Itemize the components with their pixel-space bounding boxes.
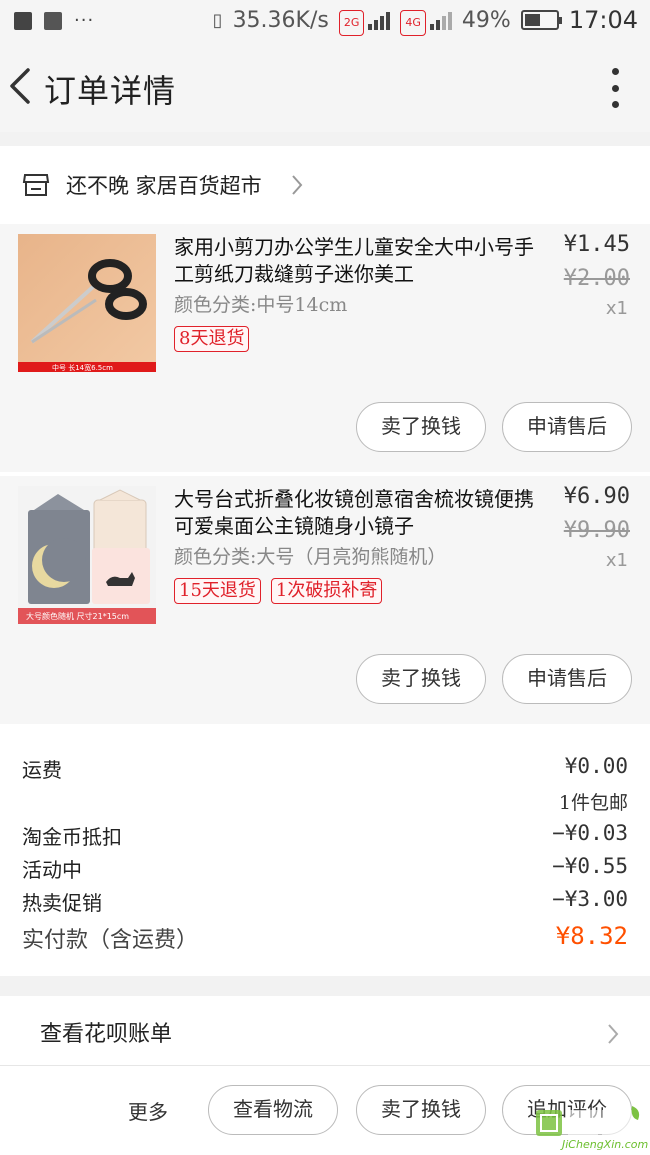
huabei-bill-row[interactable]: 查看花呗账单 [0,996,650,1066]
notification-icons: ··· [14,10,94,31]
chevron-left-icon [10,68,30,104]
sell-for-cash-button[interactable]: 卖了换钱 [356,654,486,704]
shipping-value: ¥0.00 [564,754,628,778]
view-logistics-button[interactable]: 查看物流 [208,1085,338,1135]
chevron-right-icon [608,1024,619,1044]
store-icon [22,174,50,196]
image-caption: 中号 长14宽6.5cm [52,363,113,372]
original-price: ¥2.00 [563,266,630,291]
activity-value: −¥0.55 [552,854,628,878]
dot-icon [611,68,619,75]
promotion-value: −¥3.00 [552,887,628,911]
coin-deduction-value: −¥0.03 [552,821,628,845]
product-quantity: x1 [605,298,628,319]
product-quantity: x1 [605,550,628,571]
scissors-image: 中号 长14宽6.5cm [18,234,156,372]
signal-2g-icon: 2G [338,10,391,36]
product-price: ¥6.90 [563,484,630,509]
original-price: ¥9.90 [563,518,630,543]
store-header[interactable]: 还不晚 家居百货超市 [0,146,650,224]
return-policy-badge: 15天退货 [174,578,261,604]
more-actions-button[interactable]: 更多 [128,1096,168,1125]
after-sale-button[interactable]: 申请售后 [502,654,632,704]
shipping-label: 运费 [22,758,62,782]
product-price: ¥1.45 [563,232,630,257]
service-tags: 8天退货 [174,326,250,352]
more-notifications-icon: ··· [74,10,95,31]
image-icon [44,11,62,30]
vibrate-icon: ▯ [212,9,223,31]
status-bar: ··· ▯ 35.36K/s 2G 4G 49% 17:04 [0,0,650,44]
activity-label: 活动中 [22,858,82,882]
product-image-scissors[interactable]: 中号 长14宽6.5cm [18,234,156,372]
battery-percent: 49% [461,7,511,33]
service-tags: 15天退货 1次破损补寄 [174,578,383,604]
product-title[interactable]: 大号台式折叠化妆镜创意宿舍梳妆镜便携可爱桌面公主镜随身小镜子 [174,486,546,540]
app-header: 订单详情 [0,44,650,132]
after-sale-button[interactable]: 申请售后 [502,402,632,452]
net-type-2g: 2G [338,10,365,36]
total-paid-label: 实付款（含运费） [22,928,199,953]
product-image-mirror[interactable]: 大号颜色随机 尺寸21*15cm [18,486,156,624]
huabei-bill-label: 查看花呗账单 [40,1022,173,1047]
image-caption: 大号颜色随机 尺寸21*15cm [26,611,129,621]
order-item[interactable]: 大号颜色随机 尺寸21*15cm 大号台式折叠化妆镜创意宿舍梳妆镜便携可爱桌面公… [0,476,650,724]
chevron-right-icon [292,175,303,195]
store-name: 还不晚 家居百货超市 [66,174,262,198]
order-item[interactable]: 中号 长14宽6.5cm 家用小剪刀办公学生儿童安全大中小号手工剪纸刀裁缝剪子迷… [0,224,650,472]
sell-for-cash-button[interactable]: 卖了换钱 [356,402,486,452]
dot-icon [611,101,619,108]
dot-icon [611,84,619,92]
product-spec: 颜色分类:大号（月亮狗熊随机） [174,546,447,568]
sell-for-cash-button[interactable]: 卖了换钱 [356,1085,486,1135]
damage-reship-badge: 1次破损补寄 [270,578,383,604]
network-speed: 35.36K/s [232,7,329,33]
battery-icon [520,10,562,30]
clock: 17:04 [568,6,638,34]
product-spec: 颜色分类:中号14cm [174,294,348,316]
order-store-card: 还不晚 家居百货超市 中号 长14宽6.5cm 家用小剪刀办公学生儿童安全大中小… [0,146,650,726]
return-policy-badge: 8天退货 [174,326,250,352]
promotion-label: 热卖促销 [22,891,102,915]
total-paid-value: ¥8.32 [555,922,628,950]
shipping-note: 1件包邮 [558,792,628,814]
mirror-image: 大号颜色随机 尺寸21*15cm [18,486,156,624]
net-type-4g: 4G [400,10,426,36]
coin-deduction-label: 淘金币抵扣 [22,825,122,849]
watermark-text: JiChengXin.com [562,1138,649,1151]
more-options-button[interactable] [608,68,622,108]
page-title: 订单详情 [44,72,177,110]
product-title[interactable]: 家用小剪刀办公学生儿童安全大中小号手工剪纸刀裁缝剪子迷你美工 [174,234,546,288]
app-grid-icon [14,11,32,30]
signal-4g-icon: 4G [400,10,452,36]
order-summary: 运费 ¥0.00 1件包邮 淘金币抵扣 −¥0.03 活动中 −¥0.55 热卖… [0,726,650,976]
back-button[interactable] [6,64,46,108]
